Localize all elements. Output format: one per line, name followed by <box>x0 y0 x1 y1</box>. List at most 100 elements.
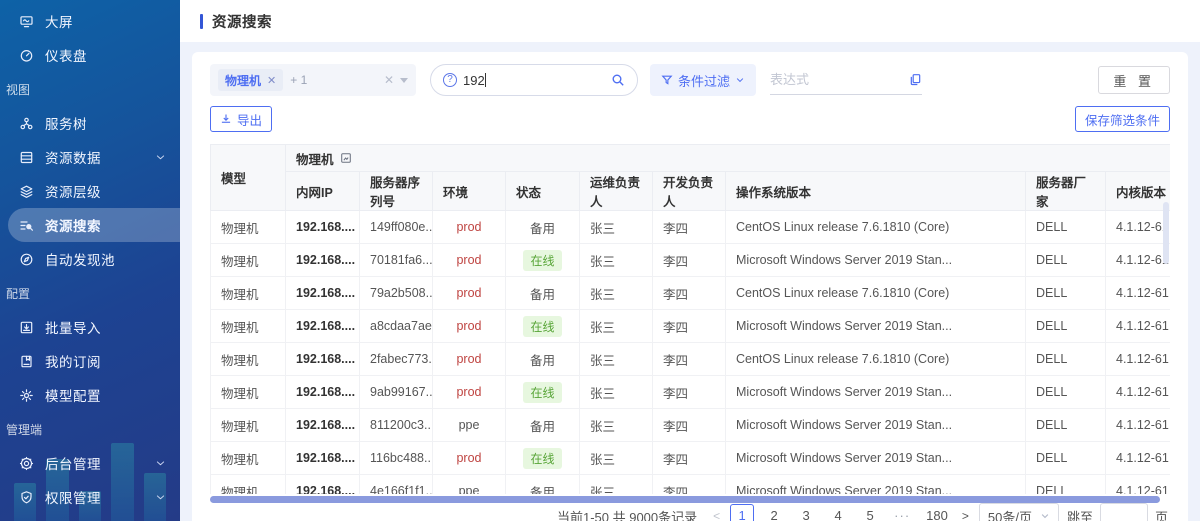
sidebar-item[interactable]: 后台管理 <box>0 446 180 480</box>
cell-ip: 192.168.... <box>286 376 360 409</box>
page-ellipsis: ··· <box>890 504 914 521</box>
sidebar-item[interactable]: 大屏 <box>0 4 180 38</box>
funnel-icon <box>661 74 673 86</box>
table-row[interactable]: 物理机192.168....149ff080e...prod备用张三李四Cent… <box>211 211 1171 244</box>
table-row[interactable]: 物理机192.168....2fabec773...prod备用张三李四Cent… <box>211 343 1171 376</box>
text-cursor <box>485 73 486 87</box>
table-row[interactable]: 物理机192.168....70181fa6...prod在线张三李四Micro… <box>211 244 1171 277</box>
cell-kernel: 4.1.12-61.1.33. <box>1106 343 1171 376</box>
sidebar-section-label: 视图 <box>0 72 180 106</box>
cell-ops-owner: 张三 <box>580 211 653 244</box>
table-row[interactable]: 物理机192.168....4e166f1f1...ppe备用张三李四Micro… <box>211 475 1171 495</box>
search-input[interactable]: 192 <box>463 73 486 88</box>
cell-status: 在线 <box>506 442 580 475</box>
column-settings-icon[interactable] <box>340 152 352 164</box>
sidebar-item[interactable]: 服务树 <box>0 106 180 140</box>
horizontal-scrollbar[interactable] <box>210 496 1160 503</box>
sidebar-item[interactable]: 资源搜索 <box>8 208 180 242</box>
shield-check-icon <box>19 490 34 505</box>
status-badge: 在线 <box>523 448 561 469</box>
sidebar-item[interactable]: 仪表盘 <box>0 38 180 72</box>
search-icon[interactable] <box>611 73 625 87</box>
sidebar-item[interactable]: 资源层级 <box>0 174 180 208</box>
table-scroll-area[interactable]: 模型 物理机 内网IP服务器序列号环境状态运维负责人开发负责人操作系统版本服务器… <box>210 144 1170 494</box>
cell-ip: 192.168.... <box>286 409 360 442</box>
cell-kernel: 4.1.12-61.1.33. <box>1106 244 1171 277</box>
cell-ip: 192.168.... <box>286 211 360 244</box>
cell-vendor: DELL <box>1026 376 1106 409</box>
question-circle-icon[interactable]: ? <box>443 73 457 87</box>
multiselect-controls: ✕ <box>384 73 408 87</box>
chevron-down-icon[interactable] <box>400 78 408 83</box>
vertical-scrollbar[interactable] <box>1163 202 1169 264</box>
cell-kernel: 4.1.12-61.1.33. <box>1106 277 1171 310</box>
page-number[interactable]: 3 <box>794 504 818 521</box>
cell-env: prod <box>433 442 506 475</box>
sidebar-item[interactable]: 资源数据 <box>0 140 180 174</box>
table-row[interactable]: 物理机192.168....a8cdaa7ae...prod在线张三李四Micr… <box>211 310 1171 343</box>
gear-icon <box>19 456 34 471</box>
search-input-wrapper[interactable]: ? 192 <box>430 64 638 96</box>
clear-icon[interactable]: ✕ <box>384 73 394 87</box>
search-list-icon <box>19 218 34 233</box>
prev-page-arrow[interactable]: < <box>711 509 722 521</box>
chevron-down-icon <box>735 75 745 85</box>
cell-vendor: DELL <box>1026 343 1106 376</box>
page-size-select[interactable]: 50条/页 <box>979 503 1059 521</box>
table-row[interactable]: 物理机192.168....811200c3...ppe备用张三李四Micros… <box>211 409 1171 442</box>
cell-model: 物理机 <box>211 310 286 343</box>
next-page-arrow[interactable]: > <box>960 509 971 521</box>
page-number[interactable]: 2 <box>762 504 786 521</box>
model-tag-label: 物理机 <box>225 72 261 89</box>
cell-model: 物理机 <box>211 475 286 495</box>
cell-ops-owner: 张三 <box>580 409 653 442</box>
page-number[interactable]: 1 <box>730 504 754 521</box>
cell-env: prod <box>433 310 506 343</box>
cell-serial: 116bc488... <box>360 442 433 475</box>
monitor-icon <box>19 14 34 29</box>
filter-row: 物理机 ✕ + 1 ✕ ? 192 <box>210 64 1170 96</box>
cell-serial: 811200c3... <box>360 409 433 442</box>
reset-button[interactable]: 重 置 <box>1098 66 1170 94</box>
sidebar-item[interactable]: 批量导入 <box>0 310 180 344</box>
tag-remove-icon[interactable]: ✕ <box>267 74 276 87</box>
cell-vendor: DELL <box>1026 310 1106 343</box>
sidebar-item[interactable]: 自动发现池 <box>0 242 180 276</box>
cell-ops-owner: 张三 <box>580 277 653 310</box>
column-header: 操作系统版本 <box>726 172 1026 211</box>
condition-filter-button[interactable]: 条件过滤 <box>650 64 756 96</box>
cell-ip: 192.168.... <box>286 343 360 376</box>
sidebar-item-label: 仪表盘 <box>45 45 87 65</box>
export-button[interactable]: 导出 <box>210 106 272 132</box>
cell-env: prod <box>433 244 506 277</box>
model-config-icon <box>19 388 34 403</box>
table-row[interactable]: 物理机192.168....79a2b508...prod备用张三李四CentO… <box>211 277 1171 310</box>
cell-env: prod <box>433 343 506 376</box>
cell-ops-owner: 张三 <box>580 310 653 343</box>
expression-input[interactable] <box>770 72 888 87</box>
cell-kernel: 4.1.12-61.1.33. <box>1106 442 1171 475</box>
database-icon <box>19 150 34 165</box>
model-multiselect[interactable]: 物理机 ✕ + 1 ✕ <box>210 64 416 96</box>
page-number[interactable]: 180 <box>922 504 952 521</box>
sidebar-item-label: 权限管理 <box>45 487 101 507</box>
cell-serial: 70181fa6... <box>360 244 433 277</box>
copy-icon[interactable] <box>909 73 922 86</box>
page-number[interactable]: 4 <box>826 504 850 521</box>
page-number[interactable]: 5 <box>858 504 882 521</box>
cell-os: Microsoft Windows Server 2019 Stan... <box>726 409 1026 442</box>
cell-os: Microsoft Windows Server 2019 Stan... <box>726 442 1026 475</box>
sidebar-item-label: 自动发现池 <box>45 249 115 269</box>
sidebar-item[interactable]: 模型配置 <box>0 378 180 412</box>
save-filter-button[interactable]: 保存筛选条件 <box>1075 106 1170 132</box>
table-row[interactable]: 物理机192.168....116bc488...prod在线张三李四Micro… <box>211 442 1171 475</box>
jump-page-input[interactable] <box>1100 503 1148 521</box>
model-tag[interactable]: 物理机 ✕ <box>218 69 283 91</box>
sidebar-item[interactable]: 权限管理 <box>0 480 180 514</box>
sidebar-item-label: 资源搜索 <box>45 215 101 235</box>
column-header: 运维负责人 <box>580 172 653 211</box>
sidebar-item-label: 批量导入 <box>45 317 101 337</box>
table-row[interactable]: 物理机192.168....9ab99167...prod在线张三李四Micro… <box>211 376 1171 409</box>
cell-dev-owner: 李四 <box>653 409 726 442</box>
sidebar-item[interactable]: 我的订阅 <box>0 344 180 378</box>
